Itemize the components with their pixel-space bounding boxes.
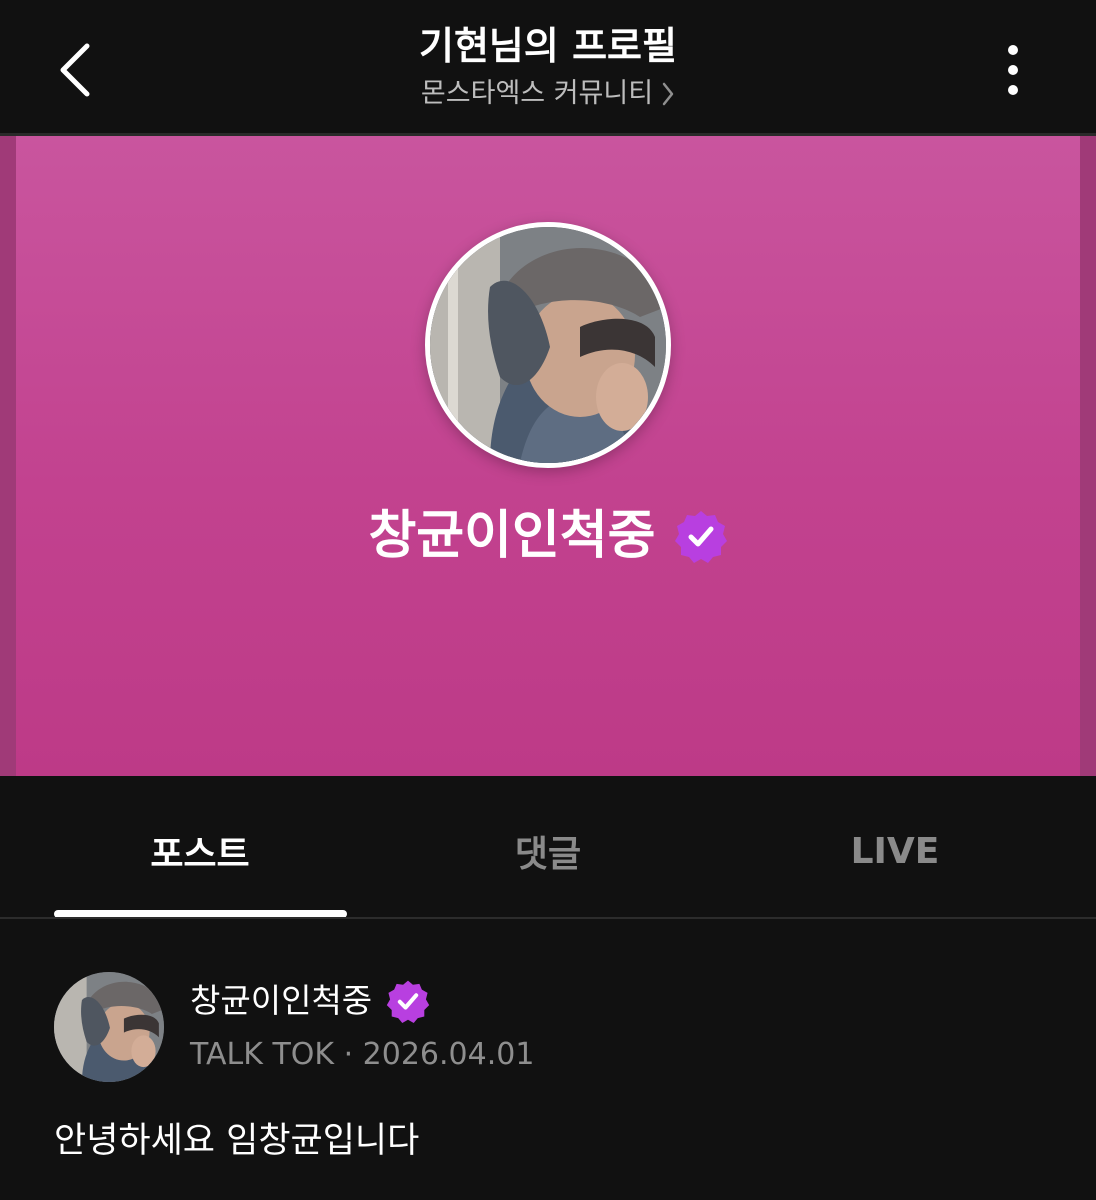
header-title-group: 기현님의 프로필 몬스타엑스 커뮤니티 <box>0 20 1096 112</box>
post-body: 안녕하세요 임창균입니다 <box>54 1121 420 1161</box>
post-meta: TALK TOK · 2026.04.01 <box>190 1037 535 1072</box>
avatar-photo <box>430 227 666 463</box>
verified-badge-icon <box>386 980 430 1023</box>
top-bar: 기현님의 프로필 몬스타엑스 커뮤니티 <box>0 0 1096 133</box>
post-author-name[interactable]: 창균이인척중 <box>190 978 372 1024</box>
post-author-row: 창균이인척중 <box>190 978 430 1024</box>
profile-tabs: 포스트 댓글 LIVE <box>0 776 1096 920</box>
community-link[interactable]: 몬스타엑스 커뮤니티 <box>421 76 675 112</box>
tabs-divider <box>0 917 1096 919</box>
more-vertical-icon <box>1008 45 1018 55</box>
more-options-button[interactable] <box>985 30 1041 110</box>
community-name: 몬스타엑스 커뮤니티 <box>420 78 654 109</box>
chevron-right-icon <box>662 82 674 106</box>
profile-name-row: 창균이인척중 <box>0 500 1096 572</box>
verified-badge-icon <box>674 511 727 563</box>
profile-name: 창균이인척중 <box>368 506 656 566</box>
post-item[interactable]: 창균이인척중 TALK TOK · 2026.04.01 안녕하세요 임창균입니… <box>0 920 1096 1200</box>
profile-avatar[interactable] <box>425 222 671 468</box>
tab-posts[interactable]: 포스트 <box>40 816 360 886</box>
tab-comments[interactable]: 댓글 <box>388 816 708 886</box>
page-title: 기현님의 프로필 <box>419 24 677 68</box>
avatar-photo <box>54 972 164 1082</box>
post-author-avatar[interactable] <box>54 972 164 1082</box>
tab-live[interactable]: LIVE <box>735 816 1055 886</box>
